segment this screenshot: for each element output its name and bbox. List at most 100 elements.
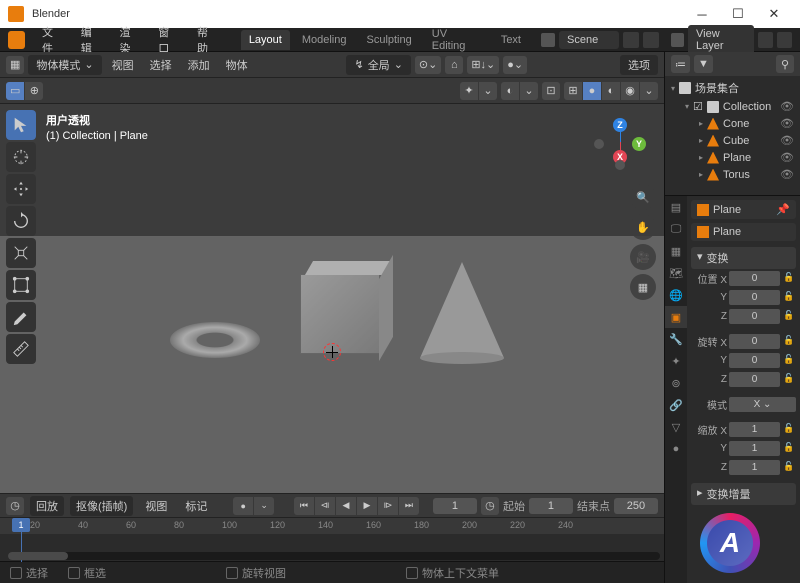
playback-dropdown[interactable]: 回放 <box>30 496 64 516</box>
scale-z-field[interactable]: 1 <box>729 460 780 475</box>
viewlayer-field[interactable]: View Layer <box>688 25 754 55</box>
outliner-item-torus[interactable]: ▸Torus👁 <box>667 166 798 183</box>
3d-viewport[interactable]: 用户透视 (1) Collection | Plane ZYX 🔍 ✋ 🎥 ▦ <box>0 104 664 493</box>
shading-rendered[interactable]: ◉ <box>621 82 639 100</box>
outliner-scene-collection[interactable]: ▾场景集合 <box>667 78 798 98</box>
proptab-world[interactable]: 🌐 <box>665 284 687 306</box>
mesh-cone[interactable] <box>420 262 504 358</box>
outliner-item-plane[interactable]: ▸Plane👁 <box>667 149 798 166</box>
tool-scale[interactable] <box>6 238 36 268</box>
close-button[interactable]: ✕ <box>756 6 792 22</box>
menu-select[interactable]: 选择 <box>144 54 178 76</box>
shading-preview[interactable]: ◐ <box>602 82 620 100</box>
end-frame-field[interactable]: 250 <box>614 498 658 514</box>
shading-solid[interactable]: ● <box>583 82 601 100</box>
proptab-object[interactable]: ▣ <box>665 306 687 328</box>
proptab-scene[interactable]: 🗺 <box>665 262 687 284</box>
scene-delete-button[interactable] <box>643 32 659 48</box>
tool-cursor[interactable] <box>6 142 36 172</box>
start-frame-field[interactable]: 1 <box>529 498 573 514</box>
pos-x-field[interactable]: 0 <box>729 271 780 286</box>
clock-icon[interactable]: ◷ <box>481 497 499 515</box>
nav-gizmo[interactable]: ZYX <box>594 118 646 170</box>
nav-camera-icon[interactable]: 🎥 <box>630 244 656 270</box>
xray-toggle[interactable]: ⊡ <box>542 82 560 100</box>
autokey-toggle[interactable]: ● <box>233 497 253 515</box>
autokey-dropdown[interactable]: ⌄ <box>254 497 274 515</box>
blender-logo-icon[interactable] <box>8 31 25 49</box>
tool-select[interactable] <box>6 110 36 140</box>
snap-button[interactable]: ⌂ <box>445 56 463 74</box>
tool-measure[interactable] <box>6 334 36 364</box>
proptab-viewlayer[interactable]: ▦ <box>665 240 687 262</box>
delta-transform-header[interactable]: ▸变换增量 <box>691 483 796 505</box>
mesh-torus[interactable] <box>170 322 260 358</box>
pos-y-field[interactable]: 0 <box>729 290 780 305</box>
tab-sculpting[interactable]: Sculpting <box>358 30 419 50</box>
nav-zoom-icon[interactable]: 🔍 <box>630 184 656 210</box>
nav-perspective-icon[interactable]: ▦ <box>630 274 656 300</box>
lock-icon[interactable]: 🔓 <box>782 272 796 286</box>
nav-move-icon[interactable]: ✋ <box>630 214 656 240</box>
proptab-material[interactable]: ● <box>665 438 687 460</box>
outliner-item-cone[interactable]: ▸Cone👁 <box>667 115 798 132</box>
menu-view[interactable]: 视图 <box>106 54 140 76</box>
play-reverse-button[interactable]: ◀ <box>336 497 356 515</box>
tool-transform[interactable] <box>6 270 36 300</box>
tool-rotate[interactable] <box>6 206 36 236</box>
proportional-button[interactable]: ●⌄ <box>503 56 527 74</box>
proptab-constraint[interactable]: 🔗 <box>665 394 687 416</box>
outliner[interactable]: ▾场景集合 ▾☑Collection👁 ▸Cone👁 ▸Cube👁 ▸Plane… <box>665 76 800 196</box>
play-button[interactable]: ▶ <box>357 497 377 515</box>
proptab-physics[interactable]: ⊚ <box>665 372 687 394</box>
rot-mode-field[interactable]: X ⌄ <box>729 397 796 412</box>
cursor-tool-icon[interactable]: ⊕ <box>25 82 43 100</box>
viewlayer-new-button[interactable] <box>758 32 773 48</box>
proptab-particle[interactable]: ✦ <box>665 350 687 372</box>
scene-new-button[interactable] <box>623 32 639 48</box>
scale-y-field[interactable]: 1 <box>729 441 780 456</box>
proptab-data[interactable]: ▽ <box>665 416 687 438</box>
proptab-output[interactable]: 🖵 <box>665 218 687 240</box>
outliner-editor-icon[interactable]: ≔ <box>671 55 690 73</box>
jump-start-button[interactable]: ⏮ <box>294 497 314 515</box>
tab-text[interactable]: Text <box>493 30 529 50</box>
scale-x-field[interactable]: 1 <box>729 422 780 437</box>
current-frame-field[interactable]: 1 <box>433 498 477 514</box>
editor-type-icon[interactable]: ▦ <box>6 56 24 74</box>
playhead[interactable]: 1 <box>12 518 30 532</box>
select-tool-icon[interactable]: ▭ <box>6 82 24 100</box>
mesh-cube[interactable] <box>300 274 380 354</box>
pos-z-field[interactable]: 0 <box>729 309 780 324</box>
overlay-dropdown[interactable]: ⌄ <box>520 82 538 100</box>
rot-x-field[interactable]: 0 <box>729 334 780 349</box>
keying-dropdown[interactable]: 抠像(插帧) <box>70 496 133 516</box>
timeline-editor-icon[interactable]: ◷ <box>6 497 24 515</box>
viewlayer-delete-button[interactable] <box>777 32 792 48</box>
outliner-filter-icon[interactable]: ▼ <box>694 55 713 73</box>
menu-object[interactable]: 物体 <box>220 54 254 76</box>
keyframe-prev-button[interactable]: ⧏ <box>315 497 335 515</box>
jump-end-button[interactable]: ⏭ <box>399 497 419 515</box>
menu-add[interactable]: 添加 <box>182 54 216 76</box>
rot-y-field[interactable]: 0 <box>729 353 780 368</box>
tab-layout[interactable]: Layout <box>241 30 290 50</box>
gizmo-toggle[interactable]: ✦ <box>460 82 478 100</box>
pivot-button[interactable]: ⊙⌄ <box>415 56 441 74</box>
transform-panel-header[interactable]: ▾变换 <box>691 247 796 269</box>
overlay-toggle[interactable]: ◐ <box>501 82 519 100</box>
tool-annotate[interactable] <box>6 302 36 332</box>
scene-field[interactable]: Scene <box>559 31 619 49</box>
timeline-ruler[interactable]: 1 20406080100120140160180200220240 <box>0 518 664 534</box>
shading-wireframe[interactable]: ⊞ <box>564 82 582 100</box>
minimize-button[interactable]: ─ <box>684 7 720 22</box>
rot-z-field[interactable]: 0 <box>729 372 780 387</box>
orientation-select[interactable]: ↯ 全局 ⌄ <box>346 55 410 75</box>
tool-move[interactable] <box>6 174 36 204</box>
object-name-field[interactable]: Plane📌 <box>691 200 796 219</box>
outliner-item-cube[interactable]: ▸Cube👁 <box>667 132 798 149</box>
proptab-render[interactable]: ▤ <box>665 196 687 218</box>
options-dropdown[interactable]: 选项 <box>620 55 658 75</box>
snap-type-button[interactable]: ⊞↓⌄ <box>467 56 499 74</box>
outliner-search-icon[interactable]: ⚲ <box>776 55 794 73</box>
